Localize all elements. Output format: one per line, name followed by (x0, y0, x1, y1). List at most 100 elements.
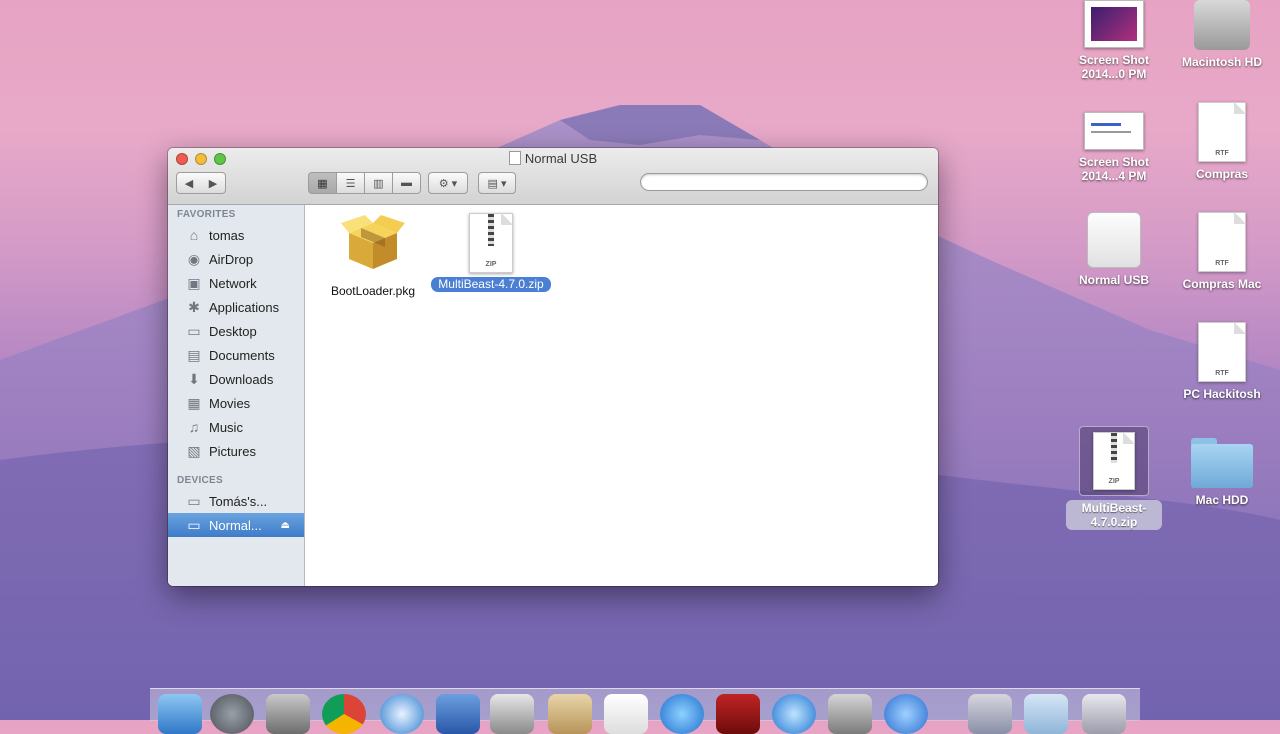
column-view-button[interactable]: ▥ (365, 172, 393, 194)
network-icon: ▣ (187, 274, 201, 291)
sidebar-item-airdrop[interactable]: ◉ AirDrop (168, 247, 304, 271)
package-icon (341, 215, 405, 269)
folder-icon (1191, 438, 1253, 488)
desktop-icon-label: Compras (1195, 167, 1248, 181)
finder-window: Normal USB ◀ ▶ ▦ ☰ ▥ ▬ ⚙ ▾ ▤ ▾ ⚲ FAVORIT… (168, 148, 938, 586)
view-mode-control: ▦ ☰ ▥ ▬ (308, 172, 421, 194)
music-icon: ♫ (188, 419, 200, 435)
dock-app-store-icon[interactable] (772, 694, 816, 734)
zip-archive-icon: ZIP (469, 213, 513, 273)
dock-utility-icon[interactable] (884, 694, 928, 734)
file-browser: BootLoader.pkg ZIP MultiBeast-4.7.0.zip (305, 205, 938, 586)
file-label: BootLoader.pkg (330, 284, 416, 298)
dock-applications-stack-icon[interactable] (968, 694, 1012, 734)
desktop-icon-compras[interactable]: RTF Compras (1174, 102, 1270, 183)
dock-photo-booth-icon[interactable] (716, 694, 760, 734)
action-menu-button[interactable]: ⚙ ▾ (428, 172, 468, 194)
dock-finder-icon[interactable] (158, 694, 202, 734)
desktop-icon-mac-hdd[interactable]: Mac HDD (1174, 432, 1270, 509)
desktop-icon-compras-mac[interactable]: RTF Compras Mac (1174, 212, 1270, 293)
rtf-document-icon: RTF (1198, 212, 1246, 272)
back-button[interactable]: ◀ (176, 172, 202, 194)
zip-archive-icon: ZIP (1093, 432, 1135, 490)
window-title: Normal USB (168, 151, 938, 166)
icon-view-button[interactable]: ▦ (308, 172, 337, 194)
window-toolbar: Normal USB ◀ ▶ ▦ ☰ ▥ ▬ ⚙ ▾ ▤ ▾ ⚲ (168, 148, 938, 205)
screenshot-thumbnail-icon (1084, 112, 1144, 150)
dock-system-preferences-icon[interactable] (828, 694, 872, 734)
grid-icon: ▦ (317, 177, 328, 190)
sidebar-item-network[interactable]: ▣ Network (168, 271, 304, 295)
sidebar-item-documents[interactable]: ▤ Documents (168, 343, 304, 367)
usb-drive-icon: ▭ (187, 516, 201, 533)
desktop-icon-label: Screen Shot 2014...0 PM (1078, 53, 1150, 81)
sidebar-item-pictures[interactable]: ▧ Pictures (168, 439, 304, 463)
dock-downloads-stack-icon[interactable] (1024, 694, 1068, 734)
sidebar-item-music[interactable]: ♫ Music (168, 415, 304, 439)
dock-itunes-icon[interactable] (660, 694, 704, 734)
dock-contacts-icon[interactable] (548, 694, 592, 734)
drive-proxy-icon[interactable] (508, 151, 521, 165)
sidebar-item-movies[interactable]: ▦ Movies (168, 391, 304, 415)
list-icon: ☰ (345, 177, 356, 190)
usb-drive-icon (1087, 212, 1141, 268)
arrange-menu-button[interactable]: ▤ ▾ (478, 172, 516, 194)
desktop-icon-label: PC Hackitosh (1183, 387, 1261, 401)
gear-icon: ⚙ ▾ (438, 177, 458, 190)
sidebar-item-applications[interactable]: ✱ Applications (168, 295, 304, 319)
rtf-document-icon: RTF (1198, 322, 1246, 382)
columns-icon: ▥ (373, 177, 384, 190)
sidebar-section-devices: DEVICES (177, 475, 224, 486)
sidebar-item-desktop[interactable]: ▭ Desktop (168, 319, 304, 343)
applications-icon: ✱ (188, 298, 200, 315)
dock-calendar-icon[interactable] (604, 694, 648, 734)
desktop-icon: ▭ (187, 322, 201, 339)
dock-launchpad-icon[interactable] (210, 694, 254, 734)
hard-drive-icon (1194, 0, 1250, 50)
forward-button[interactable]: ▶ (201, 172, 226, 194)
sidebar-section-favorites: FAVORITES (177, 209, 236, 220)
file-item-bootloader[interactable]: BootLoader.pkg (313, 213, 433, 300)
screenshot-thumbnail-icon (1084, 0, 1144, 48)
dock-mission-control-icon[interactable] (266, 694, 310, 734)
file-label: MultiBeast-4.7.0.zip (431, 277, 551, 292)
coverflow-view-button[interactable]: ▬ (393, 172, 421, 194)
sidebar-item-tomas-mac[interactable]: ▭ Tomás's... (168, 489, 304, 513)
desktop-icon-label: Mac HDD (1195, 493, 1249, 507)
sidebar-item-downloads[interactable]: ⬇ Downloads (168, 367, 304, 391)
coverflow-icon: ▬ (401, 177, 412, 189)
sidebar: FAVORITES ⌂ tomas ◉ AirDrop ▣ Network ✱ Appl… (168, 205, 305, 586)
sidebar-item-normal-usb[interactable]: ▭ Normal... ⏏ (168, 513, 304, 537)
desktop-icon-label: Compras Mac (1182, 277, 1262, 291)
pictures-icon: ▧ (187, 442, 201, 459)
dock-safari-icon[interactable] (380, 694, 424, 734)
movies-icon: ▦ (187, 394, 201, 411)
desktop-icon-normal-usb[interactable]: Normal USB (1066, 212, 1162, 289)
desktop-icon-screenshot-1[interactable]: Screen Shot 2014...0 PM (1066, 0, 1162, 83)
eject-icon[interactable]: ⏏ (281, 520, 290, 531)
list-view-button[interactable]: ☰ (337, 172, 365, 194)
search-input[interactable] (640, 173, 928, 191)
desktop-icon-multibeast-zip[interactable]: ZIP MultiBeast-4.7.0.zip (1066, 426, 1162, 531)
desktop-icon-label: Normal USB (1078, 273, 1149, 287)
desktop-icon-label: MultiBeast-4.7.0.zip (1066, 500, 1162, 530)
airdrop-icon: ◉ (187, 250, 201, 267)
desktop-icon-pc-hackitosh[interactable]: RTF PC Hackitosh (1174, 322, 1270, 403)
downloads-icon: ⬇ (188, 370, 200, 387)
dock-trash-icon[interactable] (1082, 694, 1126, 734)
desktop-icon-screenshot-2[interactable]: Screen Shot 2014...4 PM (1066, 112, 1162, 185)
desktop-icon-label: Macintosh HD (1181, 55, 1262, 69)
documents-icon: ▤ (187, 346, 201, 363)
arrange-icon: ▤ ▾ (487, 177, 507, 190)
sidebar-item-tomas[interactable]: ⌂ tomas (168, 223, 304, 247)
dock-preview-icon[interactable] (436, 694, 480, 734)
file-item-multibeast-zip[interactable]: ZIP MultiBeast-4.7.0.zip (431, 213, 551, 293)
desktop-icon-label: Screen Shot 2014...4 PM (1078, 155, 1150, 183)
desktop-icon-macintosh-hd[interactable]: Macintosh HD (1174, 0, 1270, 71)
home-icon: ⌂ (189, 227, 199, 243)
dock-chrome-icon[interactable] (322, 694, 366, 734)
selected-highlight: ZIP (1079, 426, 1149, 496)
dock-quicktime-icon[interactable] (490, 694, 534, 734)
computer-icon: ▭ (187, 492, 201, 509)
chevron-left-icon: ◀ (184, 177, 194, 190)
